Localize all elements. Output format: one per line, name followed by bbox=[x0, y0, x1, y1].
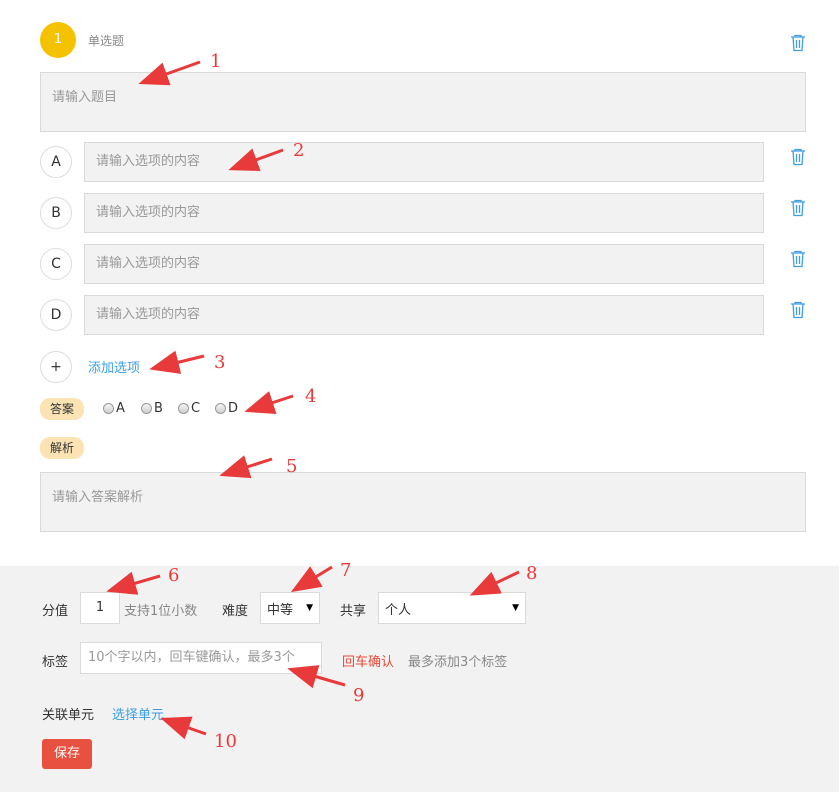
dropdown-arrow-icon: ▼ bbox=[512, 603, 519, 613]
save-button[interactable]: 保存 bbox=[42, 739, 92, 769]
callout-number-1: 1 bbox=[210, 51, 222, 72]
answer-radio-label: B bbox=[154, 401, 163, 416]
radio-icon[interactable] bbox=[178, 403, 189, 414]
option-b-input[interactable]: 请输入选项的内容 bbox=[84, 193, 764, 233]
answer-badge: 答案 bbox=[40, 398, 85, 420]
answer-radio-label: D bbox=[228, 401, 239, 416]
tags-input[interactable]: 10个字以内，回车键确认，最多3个 bbox=[80, 642, 322, 674]
question-type-label: 单选题 bbox=[88, 34, 125, 48]
radio-icon[interactable] bbox=[215, 403, 226, 414]
add-option-button[interactable]: + bbox=[40, 351, 72, 383]
callout-number-10: 10 bbox=[214, 731, 237, 752]
answer-radio-a[interactable]: A bbox=[103, 401, 125, 416]
option-c-input[interactable]: 请输入选项的内容 bbox=[84, 244, 764, 284]
delete-option-b-trash-icon[interactable] bbox=[790, 199, 806, 217]
option-a-circle: A bbox=[40, 146, 72, 178]
answer-radio-c[interactable]: C bbox=[178, 401, 200, 416]
answer-radio-label: A bbox=[116, 401, 125, 416]
score-label: 分值 bbox=[42, 604, 69, 619]
share-value: 个人 bbox=[385, 602, 412, 618]
score-input[interactable]: 1 bbox=[80, 592, 120, 624]
option-b-circle: B bbox=[40, 197, 72, 229]
tags-confirm-link[interactable]: 回车确认 bbox=[342, 651, 394, 670]
delete-option-a-trash-icon[interactable] bbox=[790, 148, 806, 166]
radio-icon[interactable] bbox=[141, 403, 152, 414]
callout-number-2: 2 bbox=[293, 140, 305, 161]
option-d-input[interactable]: 请输入选项的内容 bbox=[84, 295, 764, 335]
answer-radio-b[interactable]: B bbox=[141, 401, 163, 416]
callout-number-8: 8 bbox=[526, 563, 538, 584]
unit-label: 关联单元 bbox=[42, 708, 95, 723]
answer-radio-d[interactable]: D bbox=[215, 401, 238, 416]
delete-question-trash-icon[interactable] bbox=[790, 34, 806, 52]
callout-arrow-4 bbox=[244, 391, 294, 414]
callout-number-7: 7 bbox=[340, 560, 352, 581]
difficulty-label: 难度 bbox=[222, 604, 249, 619]
question-number-badge: 1 bbox=[40, 22, 76, 58]
share-label: 共享 bbox=[340, 604, 367, 619]
analysis-input[interactable]: 请输入答案解析 bbox=[40, 472, 806, 532]
difficulty-value: 中等 bbox=[267, 602, 294, 618]
callout-number-4: 4 bbox=[305, 386, 317, 407]
tags-label: 标签 bbox=[42, 655, 69, 670]
analysis-badge: 解析 bbox=[40, 437, 85, 459]
tags-hint: 最多添加3个标签 bbox=[408, 655, 508, 670]
callout-number-9: 9 bbox=[353, 685, 365, 706]
question-title-input[interactable]: 请输入题目 bbox=[40, 72, 806, 132]
answer-radio-label: C bbox=[191, 401, 201, 416]
dropdown-arrow-icon: ▼ bbox=[306, 603, 313, 613]
difficulty-select[interactable]: 中等 ▼ bbox=[260, 592, 320, 624]
radio-icon[interactable] bbox=[103, 403, 114, 414]
delete-option-c-trash-icon[interactable] bbox=[790, 250, 806, 268]
score-hint: 支持1位小数 bbox=[124, 604, 198, 619]
add-option-link[interactable]: 添加选项 bbox=[88, 357, 140, 376]
callout-number-3: 3 bbox=[214, 352, 226, 373]
share-select[interactable]: 个人 ▼ bbox=[378, 592, 526, 624]
option-d-circle: D bbox=[40, 299, 72, 331]
callout-number-5: 5 bbox=[286, 456, 298, 477]
select-unit-link[interactable]: 选择单元 bbox=[112, 704, 164, 723]
option-c-circle: C bbox=[40, 248, 72, 280]
callout-arrow-3 bbox=[149, 350, 205, 374]
callout-number-6: 6 bbox=[168, 565, 180, 586]
option-a-input[interactable]: 请输入选项的内容 bbox=[84, 142, 764, 182]
delete-option-d-trash-icon[interactable] bbox=[790, 301, 806, 319]
